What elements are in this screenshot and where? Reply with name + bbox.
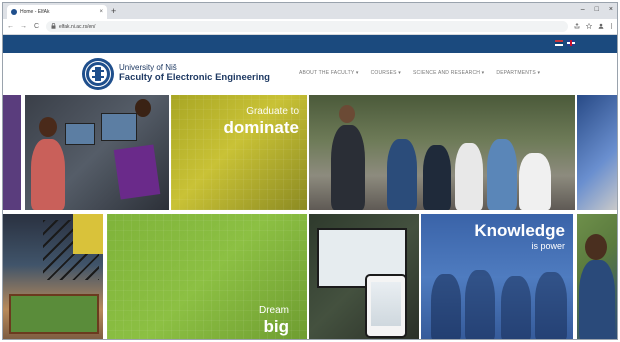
nav-courses[interactable]: COURSES ▾ xyxy=(371,70,401,76)
student-image xyxy=(387,139,417,210)
student-image xyxy=(455,143,483,210)
tab-close-icon[interactable]: × xyxy=(99,9,103,15)
browser-toolbar: ← → C elfak.ni.ac.rs/en/ xyxy=(3,19,617,35)
graduate-text: Graduate to xyxy=(246,106,299,117)
favicon-icon xyxy=(11,9,17,15)
site-header: University of Niš Faculty of Electronic … xyxy=(3,53,617,95)
student-image xyxy=(579,260,615,339)
serbian-flag-icon[interactable] xyxy=(555,40,563,46)
student-image xyxy=(331,125,365,210)
nav-about-faculty[interactable]: ABOUT THE FACULTY ▾ xyxy=(299,70,359,76)
hero-tile-girl-photo[interactable] xyxy=(577,214,617,339)
lock-icon xyxy=(51,22,56,31)
faculty-logo-icon[interactable] xyxy=(81,57,115,91)
share-icon[interactable] xyxy=(574,22,580,31)
student-image xyxy=(501,276,531,339)
hero-tile-students-photo[interactable] xyxy=(309,95,575,210)
nav-departments[interactable]: DEPARTMENTS ▾ xyxy=(496,70,540,76)
monitor-image xyxy=(101,113,137,141)
language-switcher xyxy=(555,40,575,46)
forward-button[interactable]: → xyxy=(20,23,27,30)
maximize-button[interactable]: □ xyxy=(595,4,599,16)
nav-science-research[interactable]: SCIENCE AND RESEARCH ▾ xyxy=(413,70,484,76)
hero-tile-knowledge[interactable]: Knowledge is power xyxy=(421,214,573,339)
profile-icon[interactable] xyxy=(598,23,604,31)
address-bar[interactable]: elfak.ni.ac.rs/en/ xyxy=(46,21,568,32)
monitor-image xyxy=(65,123,95,145)
english-flag-icon[interactable] xyxy=(567,40,575,46)
yellow-wall-image xyxy=(73,214,103,254)
hero-tile-interior-photo[interactable] xyxy=(3,214,103,339)
student-image xyxy=(535,272,567,339)
is-power-text: is power xyxy=(531,241,565,251)
phone-screen-image xyxy=(371,282,401,326)
foosball-table-image xyxy=(9,294,99,334)
dream-text: Dream xyxy=(258,305,289,316)
hero-tile-graduate[interactable]: Graduate to dominate xyxy=(171,95,307,210)
browser-window: Home - ElfAk × + – □ × ← → C elfak.ni.ac… xyxy=(2,2,618,340)
toolbar-actions xyxy=(574,22,613,31)
site-top-bar xyxy=(3,35,617,53)
folder-image xyxy=(113,144,161,200)
student-head-image xyxy=(339,105,355,123)
hero-tile-phone-photo[interactable] xyxy=(309,214,419,339)
reload-button[interactable]: C xyxy=(33,23,40,30)
tab-strip: Home - ElfAk × + – □ × xyxy=(3,3,617,19)
phone-image xyxy=(365,274,407,338)
hero-tile-purple-edge[interactable] xyxy=(3,95,21,210)
window-controls: – □ × xyxy=(581,4,613,16)
student-head-image xyxy=(135,99,151,117)
faculty-name[interactable]: Faculty of Electronic Engineering xyxy=(119,72,270,83)
student-image xyxy=(431,274,461,339)
student-image xyxy=(487,139,517,210)
menu-icon[interactable] xyxy=(610,22,613,31)
student-image xyxy=(465,270,495,339)
new-tab-button[interactable]: + xyxy=(111,5,116,17)
hero-tile-robot-photo[interactable] xyxy=(577,95,617,210)
hero-tile-dream[interactable]: Dream big xyxy=(107,214,307,339)
student-image xyxy=(31,139,65,210)
star-icon[interactable] xyxy=(585,22,593,31)
big-text: big xyxy=(263,317,290,336)
close-window-button[interactable]: × xyxy=(609,4,613,16)
student-head-image xyxy=(39,117,57,137)
student-head-image xyxy=(585,234,607,260)
hero-tile-lab-photo[interactable] xyxy=(25,95,169,210)
tab-title: Home - ElfAk xyxy=(20,9,50,15)
url-text: elfak.ni.ac.rs/en/ xyxy=(59,23,96,30)
minimize-button[interactable]: – xyxy=(581,4,585,16)
student-image xyxy=(423,145,451,210)
university-name[interactable]: University of Niš xyxy=(119,63,177,72)
back-button[interactable]: ← xyxy=(7,23,14,30)
main-nav: ABOUT THE FACULTY ▾ COURSES ▾ SCIENCE AN… xyxy=(299,70,540,76)
browser-tab[interactable]: Home - ElfAk × xyxy=(7,5,107,19)
knowledge-text: Knowledge xyxy=(474,221,565,240)
student-image xyxy=(519,153,551,210)
hero-mosaic: Graduate to dominate Dream big Knowledge… xyxy=(3,95,617,339)
dominate-text: dominate xyxy=(223,118,299,137)
